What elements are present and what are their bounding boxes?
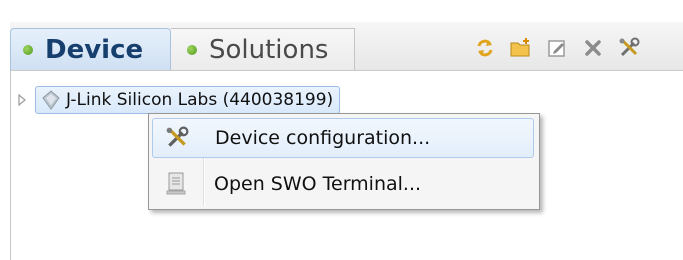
- delete-button[interactable]: [580, 35, 606, 61]
- refresh-button[interactable]: [472, 35, 498, 61]
- window-top-strip: [0, 0, 683, 22]
- tab-device-label: Device: [45, 34, 144, 65]
- menu-item-open-swo-terminal[interactable]: Open SWO Terminal...: [152, 164, 534, 204]
- expand-arrow-icon[interactable]: [15, 93, 29, 107]
- new-folder-button[interactable]: [508, 35, 534, 61]
- device-icon: [42, 90, 60, 110]
- device-status-dot-icon: [23, 44, 33, 55]
- solutions-status-dot-icon: [187, 44, 197, 55]
- menu-item-label: Open SWO Terminal...: [214, 173, 422, 195]
- edit-icon: [548, 40, 565, 57]
- tab-solutions[interactable]: Solutions: [171, 28, 355, 70]
- context-menu: Device configuration... Open SWO Termina…: [148, 113, 540, 210]
- delete-icon: [585, 40, 601, 56]
- terminal-icon: [166, 172, 186, 195]
- tree-node-jlink[interactable]: J-Link Silicon Labs (440038199): [35, 86, 341, 114]
- view-toolbar: [472, 35, 642, 61]
- new-folder-icon: [510, 38, 530, 57]
- menu-item-label: Device configuration...: [215, 127, 431, 149]
- refresh-icon: [477, 39, 493, 57]
- tools-button[interactable]: [616, 35, 642, 61]
- tools-icon: [166, 126, 189, 147]
- tools-icon: [619, 37, 640, 57]
- menu-icon-slot: [153, 120, 201, 156]
- edit-button[interactable]: [544, 35, 570, 61]
- menu-item-device-configuration[interactable]: Device configuration...: [152, 118, 534, 158]
- tree-node-label: J-Link Silicon Labs (440038199): [66, 90, 334, 110]
- tab-solutions-label: Solutions: [209, 34, 329, 65]
- view-tab-bar: Device Solutions: [10, 22, 683, 71]
- menu-icon-slot: [152, 166, 200, 202]
- tree-row[interactable]: J-Link Silicon Labs (440038199): [15, 85, 341, 115]
- tab-device[interactable]: Device: [10, 28, 171, 70]
